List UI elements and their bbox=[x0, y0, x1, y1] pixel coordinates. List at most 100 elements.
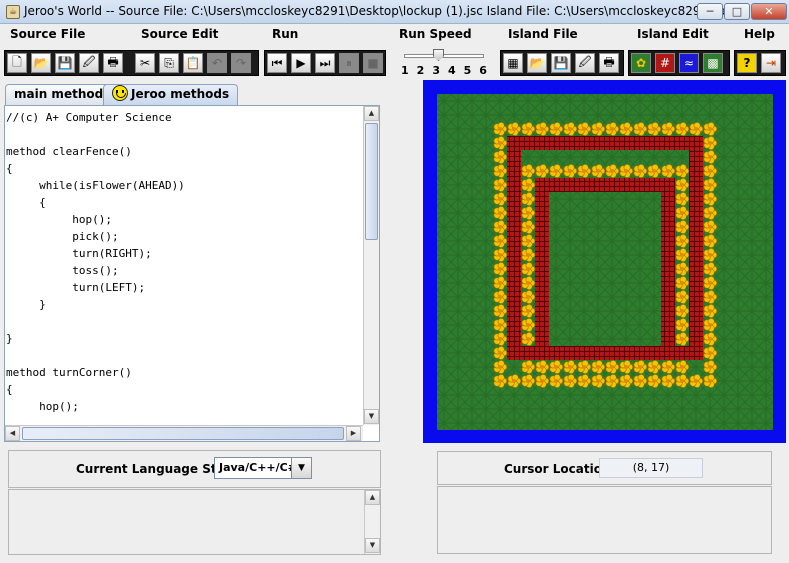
copy-icon[interactable]: ⎘ bbox=[159, 53, 179, 73]
title-bar: ☕ Jeroo's World -- Source File: C:\Users… bbox=[0, 0, 789, 24]
code-text[interactable]: //(c) A+ Computer Science method clearFe… bbox=[6, 109, 362, 419]
java-app-icon: ☕ bbox=[6, 5, 20, 19]
help-icon[interactable]: ? bbox=[737, 53, 757, 73]
scroll-up-arrow[interactable]: ▲ bbox=[365, 490, 380, 505]
message-scrollbar[interactable]: ▲ ▼ bbox=[364, 490, 380, 554]
net-cell bbox=[549, 178, 563, 192]
net-cell bbox=[507, 234, 521, 248]
net-cell bbox=[549, 136, 563, 150]
net-cell bbox=[521, 136, 535, 150]
scroll-thumb[interactable] bbox=[365, 123, 378, 240]
editor-vertical-scrollbar[interactable]: ▲ ▼ bbox=[363, 106, 379, 425]
scroll-up-arrow[interactable]: ▲ bbox=[364, 106, 379, 121]
open-folder-icon[interactable]: 📂 bbox=[31, 53, 51, 73]
run-speed-slider[interactable]: 1 2 3 4 5 6 bbox=[398, 47, 490, 79]
net-cell bbox=[535, 262, 549, 276]
flower-tool-icon[interactable]: ✿ bbox=[631, 53, 651, 73]
reset-icon[interactable]: ⏮ bbox=[267, 53, 287, 73]
island-map[interactable] bbox=[423, 80, 786, 443]
code-editor[interactable]: //(c) A+ Computer Science method clearFe… bbox=[4, 105, 380, 442]
net-cell bbox=[661, 346, 675, 360]
net-cell bbox=[661, 332, 675, 346]
undo-icon: ↶ bbox=[207, 53, 227, 73]
net-cell bbox=[605, 346, 619, 360]
net-cell bbox=[633, 178, 647, 192]
step-icon[interactable]: ▶ bbox=[291, 53, 311, 73]
net-cell bbox=[507, 136, 521, 150]
net-cell bbox=[675, 136, 689, 150]
source-toolbar: 🗋 📂 💾 🖉 🖶 ✂ ⎘ 📋 ↶ ↷ bbox=[4, 50, 259, 76]
net-cell bbox=[507, 276, 521, 290]
exit-icon[interactable]: ⇥ bbox=[761, 53, 781, 73]
save-island-as-icon[interactable]: 🖉 bbox=[575, 53, 595, 73]
scroll-left-arrow[interactable]: ◀ bbox=[5, 426, 20, 441]
scroll-down-arrow[interactable]: ▼ bbox=[364, 409, 379, 424]
net-cell bbox=[647, 136, 661, 150]
menu-source-file[interactable]: Source File bbox=[10, 27, 85, 41]
net-cell bbox=[535, 304, 549, 318]
editor-horizontal-scrollbar[interactable]: ◀ ▶ bbox=[5, 425, 363, 441]
net-cell bbox=[535, 248, 549, 262]
net-cell bbox=[535, 136, 549, 150]
grass-tool-icon[interactable]: ▩ bbox=[703, 53, 723, 73]
net-cell bbox=[605, 178, 619, 192]
net-cell bbox=[507, 164, 521, 178]
net-tool-icon[interactable]: # bbox=[655, 53, 675, 73]
net-cell bbox=[689, 262, 703, 276]
minimize-button[interactable]: ─ bbox=[697, 3, 723, 20]
net-cell bbox=[633, 346, 647, 360]
net-cell bbox=[689, 164, 703, 178]
net-cell bbox=[591, 136, 605, 150]
message-area[interactable]: ▲ ▼ bbox=[8, 489, 381, 555]
island-grid[interactable] bbox=[437, 94, 773, 430]
paste-icon[interactable]: 📋 bbox=[183, 53, 203, 73]
tab-jeroo-methods[interactable]: Jeroo methods bbox=[103, 84, 239, 105]
net-cell bbox=[661, 248, 675, 262]
close-button[interactable]: ✕ bbox=[751, 3, 787, 20]
window-title: Jeroo's World -- Source File: C:\Users\m… bbox=[24, 4, 759, 18]
tab-main-method[interactable]: main method bbox=[5, 84, 113, 105]
net-cell bbox=[689, 206, 703, 220]
net-cell bbox=[647, 346, 661, 360]
stop-icon: ■ bbox=[363, 53, 383, 73]
menu-run[interactable]: Run bbox=[272, 27, 298, 41]
net-cell bbox=[507, 206, 521, 220]
menu-island-edit[interactable]: Island Edit bbox=[637, 27, 709, 41]
save-as-icon[interactable]: 🖉 bbox=[79, 53, 99, 73]
jeroo-smiley-icon bbox=[112, 85, 128, 101]
menu-source-edit[interactable]: Source Edit bbox=[141, 27, 218, 41]
run-continuous-icon[interactable]: ⏭ bbox=[315, 53, 335, 73]
menu-run-speed[interactable]: Run Speed bbox=[399, 27, 472, 41]
menu-island-file[interactable]: Island File bbox=[508, 27, 578, 41]
net-cell bbox=[577, 178, 591, 192]
net-cell bbox=[661, 304, 675, 318]
chevron-down-icon[interactable]: ▼ bbox=[291, 458, 311, 478]
slider-thumb[interactable] bbox=[433, 49, 444, 61]
scroll-down-arrow[interactable]: ▼ bbox=[365, 538, 380, 553]
net-cell bbox=[577, 346, 591, 360]
new-island-icon[interactable]: ▦ bbox=[503, 53, 523, 73]
maximize-button[interactable]: □ bbox=[724, 3, 750, 20]
scroll-right-arrow[interactable]: ▶ bbox=[346, 426, 361, 441]
print-icon[interactable]: 🖶 bbox=[103, 53, 123, 73]
net-cell bbox=[661, 234, 675, 248]
net-cell bbox=[661, 192, 675, 206]
new-file-icon[interactable]: 🗋 bbox=[7, 53, 27, 73]
menu-help[interactable]: Help bbox=[744, 27, 775, 41]
net-cell bbox=[535, 220, 549, 234]
cut-icon[interactable]: ✂ bbox=[135, 53, 155, 73]
net-cell bbox=[577, 136, 591, 150]
net-cell bbox=[689, 276, 703, 290]
print-island-icon[interactable]: 🖶 bbox=[599, 53, 619, 73]
net-cell bbox=[689, 220, 703, 234]
save-island-icon[interactable]: 💾 bbox=[551, 53, 571, 73]
net-cell bbox=[661, 318, 675, 332]
language-style-select[interactable]: Java/C++/C# ▼ bbox=[214, 457, 312, 479]
scroll-thumb[interactable] bbox=[22, 427, 344, 440]
net-cell bbox=[507, 220, 521, 234]
open-island-icon[interactable]: 📂 bbox=[527, 53, 547, 73]
tick-label: 6 bbox=[479, 64, 487, 77]
save-icon[interactable]: 💾 bbox=[55, 53, 75, 73]
net-cell bbox=[563, 178, 577, 192]
water-tool-icon[interactable]: ≈ bbox=[679, 53, 699, 73]
